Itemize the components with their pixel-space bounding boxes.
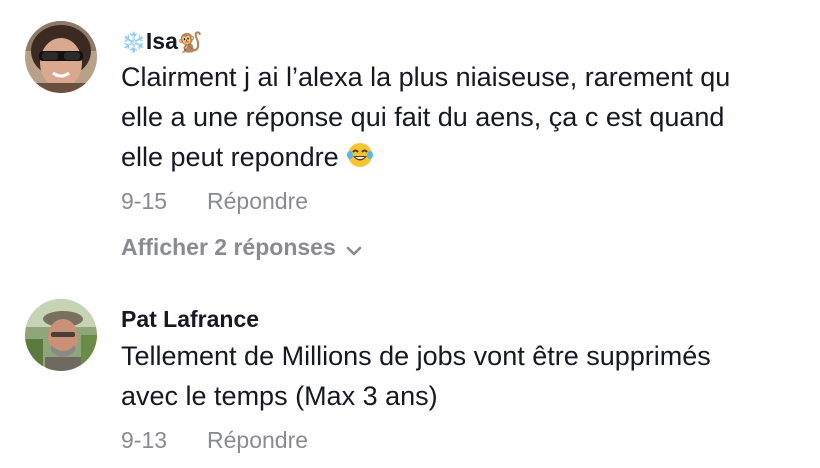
comment-date: 9-13	[121, 427, 168, 453]
comment-date: 9-15	[121, 188, 168, 214]
monkey-icon: 🐒	[177, 30, 203, 54]
comment-line: avec le temps (Max 3 ans)	[121, 381, 438, 411]
chevron-down-icon	[346, 234, 362, 264]
comment-line-text: elle peut repondre	[121, 142, 339, 172]
comment-line: Clairment j ai l’alexa la plus niaiseuse…	[121, 62, 731, 92]
comment-line: Tellement de Millions de jobs vont être …	[121, 341, 711, 371]
comment-item: ❄️Isa🐒 Clairment j ai l’alexa la plus ni…	[0, 0, 820, 270]
author-name: Isa	[145, 28, 178, 54]
view-replies-button[interactable]: Afficher 2 réponses	[121, 232, 362, 264]
view-replies-label: Afficher 2 réponses	[121, 234, 336, 260]
tears-of-joy-icon	[346, 140, 374, 180]
comment-text: Clairment j ai l’alexa la plus niaiseuse…	[121, 57, 801, 180]
reply-button[interactable]: Répondre	[207, 186, 308, 216]
avatar[interactable]	[25, 299, 97, 371]
comment-author[interactable]: Pat Lafrance	[121, 304, 259, 334]
reply-button[interactable]: Répondre	[207, 425, 308, 455]
comment-item: Pat Lafrance Tellement de Millions de jo…	[0, 290, 820, 468]
comment-line: elle peut repondre	[121, 137, 801, 180]
comment-text: Tellement de Millions de jobs vont être …	[121, 336, 801, 416]
snowflake-icon: ❄️	[121, 30, 146, 54]
comment-author[interactable]: ❄️Isa🐒	[121, 26, 203, 57]
comment-line: elle a une réponse qui fait du aens, ça …	[121, 102, 725, 132]
avatar[interactable]	[25, 21, 97, 93]
